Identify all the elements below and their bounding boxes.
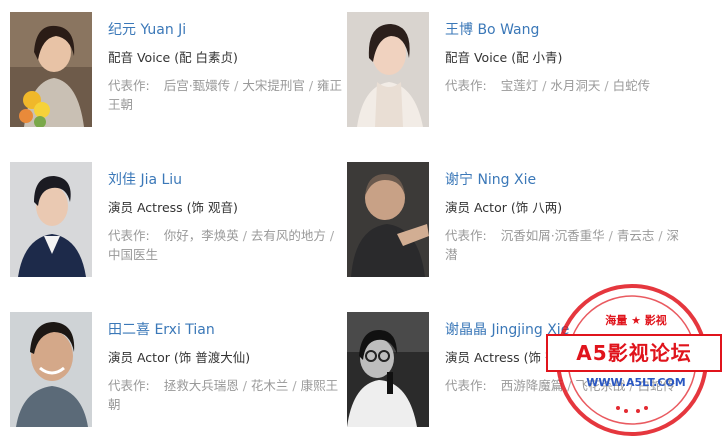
watermark-url: WWW.A5LT.COM [586, 376, 686, 389]
cast-card: 刘佳 Jia Liu 演员 Actress (饰 观音) 代表作: 你好，李焕英… [10, 162, 350, 282]
work-link[interactable]: 青云志 [617, 228, 655, 243]
cast-works: 代表作: 后宫·甄嬛传 / 大宋提刑官 / 雍正王朝 [108, 76, 348, 114]
cast-name-link[interactable]: 纪元 Yuan Ji [108, 20, 348, 40]
cast-name-link[interactable]: 田二喜 Erxi Tian [108, 320, 348, 340]
cast-info: 谢宁 Ning Xie 演员 Actor (饰 八两) 代表作: 沉香如屑·沉香… [445, 170, 685, 264]
separator: / [292, 378, 301, 393]
separator: / [242, 378, 251, 393]
portrait-image [347, 12, 429, 127]
cast-role: 演员 Actor (饰 普渡大仙) [108, 350, 251, 365]
cast-name-link[interactable]: 刘佳 Jia Liu [108, 170, 348, 190]
work-link[interactable]: 大宋提刑官 [242, 78, 305, 93]
cast-photo[interactable] [347, 312, 429, 427]
portrait-image [10, 312, 92, 427]
separator: / [604, 78, 613, 93]
cast-photo[interactable] [347, 162, 429, 277]
work-link[interactable]: 后宫·甄嬛传 [164, 78, 230, 93]
cast-name-link[interactable]: 王博 Bo Wang [445, 20, 685, 40]
cast-role: 配音 Voice (配 白素贞) [108, 50, 238, 65]
work-link[interactable]: 中国医生 [108, 247, 158, 262]
portrait-image [10, 162, 92, 277]
watermark-title: A5影视论坛 [546, 334, 722, 372]
cast-info: 田二喜 Erxi Tian 演员 Actor (饰 普渡大仙) 代表作: 拯救大… [108, 320, 348, 414]
cast-role: 配音 Voice (配 小青) [445, 50, 563, 65]
work-link[interactable]: 宝莲灯 [501, 78, 539, 93]
work-link[interactable]: 西游降魔篇 [501, 378, 564, 393]
cast-photo[interactable] [10, 162, 92, 277]
work-link[interactable]: 水月洞天 [550, 78, 600, 93]
cast-works: 代表作: 宝莲灯 / 水月洞天 / 白蛇传 [445, 76, 685, 95]
cast-card: 王博 Bo Wang 配音 Voice (配 小青) 代表作: 宝莲灯 / 水月… [347, 12, 687, 132]
separator: / [308, 78, 318, 93]
work-link[interactable]: 拯救大兵瑞恩 [164, 378, 239, 393]
separator: / [329, 228, 335, 243]
works-label: 代表作: [108, 378, 150, 393]
cast-works: 代表作: 沉香如屑·沉香重华 / 青云志 / 深潜 [445, 226, 685, 264]
work-link[interactable]: 去有风的地方 [251, 228, 326, 243]
cast-works: 代表作: 你好，李焕英 / 去有风的地方 / 中国医生 [108, 226, 348, 264]
separator: / [242, 228, 251, 243]
cast-role: 演员 Actor (饰 八两) [445, 200, 563, 215]
cast-role: 演员 Actress (饰 观音) [108, 200, 238, 215]
separator: / [658, 228, 667, 243]
work-link[interactable]: 白蛇传 [613, 78, 651, 93]
cast-name-link[interactable]: 谢宁 Ning Xie [445, 170, 685, 190]
cast-works: 代表作: 拯救大兵瑞恩 / 花木兰 / 康熙王朝 [108, 376, 348, 414]
works-label: 代表作: [108, 228, 150, 243]
works-label: 代表作: [108, 78, 150, 93]
works-label: 代表作: [445, 228, 487, 243]
separator: / [608, 228, 617, 243]
cast-card: 谢宁 Ning Xie 演员 Actor (饰 八两) 代表作: 沉香如屑·沉香… [347, 162, 687, 282]
cast-photo[interactable] [10, 312, 92, 427]
cast-card: 纪元 Yuan Ji 配音 Voice (配 白素贞) 代表作: 后宫·甄嬛传 … [10, 12, 350, 132]
watermark-top-text: 海量 ★ 影视 [605, 314, 667, 327]
work-link[interactable]: 花木兰 [251, 378, 289, 393]
cast-card: 谢晶晶 Jingjing Xie 演员 Actress (饰 菊花) 代表作: … [347, 312, 687, 432]
cast-info: 纪元 Yuan Ji 配音 Voice (配 白素贞) 代表作: 后宫·甄嬛传 … [108, 20, 348, 114]
cast-info: 刘佳 Jia Liu 演员 Actress (饰 观音) 代表作: 你好，李焕英… [108, 170, 348, 264]
works-label: 代表作: [445, 78, 487, 93]
cast-photo[interactable] [10, 12, 92, 127]
work-link[interactable]: 你好，李焕英 [164, 228, 239, 243]
cast-info: 王博 Bo Wang 配音 Voice (配 小青) 代表作: 宝莲灯 / 水月… [445, 20, 685, 95]
portrait-image [10, 12, 92, 127]
cast-photo[interactable] [347, 12, 429, 127]
portrait-image [347, 312, 429, 427]
work-link[interactable]: 沉香如屑·沉香重华 [501, 228, 605, 243]
works-label: 代表作: [445, 378, 487, 393]
cast-card: 田二喜 Erxi Tian 演员 Actor (饰 普渡大仙) 代表作: 拯救大… [10, 312, 350, 432]
portrait-image [347, 162, 429, 277]
